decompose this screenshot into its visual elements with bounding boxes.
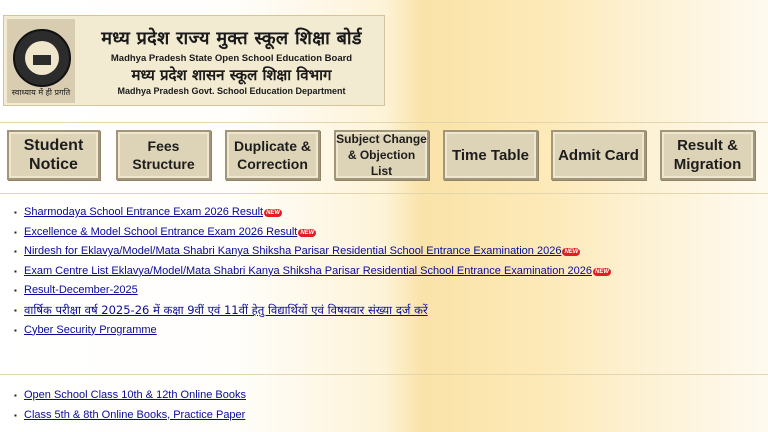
list-item: Cyber Security Programme	[14, 321, 611, 341]
list-item: Exam Centre List Eklavya/Model/Mata Shab…	[14, 262, 612, 282]
books-link[interactable]: Open School Class 10th & 12th Online Boo…	[24, 389, 246, 401]
news-link[interactable]: Exam Centre List Eklavya/Model/Mata Shab…	[24, 265, 592, 277]
new-badge-icon: NEW	[264, 209, 283, 217]
news-link[interactable]: Sharmodaya School Entrance Exam 2026 Res…	[24, 206, 263, 218]
news-link[interactable]: Result-December-2025	[24, 284, 138, 296]
list-item: Nirdesh for Eklavya/Model/Mata Shabri Ka…	[14, 242, 611, 262]
news-link[interactable]: वार्षिक परीक्षा वर्ष 2025-26 में कक्षा 9…	[24, 303, 428, 317]
board-title-english: Madhya Pradesh State Open School Educati…	[110, 53, 353, 64]
board-title-hindi: मध्य प्रदेश राज्य मुक्त स्कूल शिक्षा बोर…	[101, 28, 362, 49]
time-table-button[interactable]: Time Table	[443, 130, 538, 180]
fees-structure-button[interactable]: Fees Structure	[116, 130, 211, 180]
new-badge-icon: NEW	[562, 248, 581, 257]
student-notice-button[interactable]: Student Notice	[7, 130, 100, 180]
admit-card-button[interactable]: Admit Card	[551, 130, 646, 180]
list-item: Excellence & Model School Entrance Exam …	[14, 223, 611, 243]
new-badge-icon: NEW	[298, 228, 317, 237]
divider	[0, 374, 768, 375]
main-nav: Student Notice Fees Structure Duplicate & C…	[0, 126, 768, 188]
list-item: Class 5th & 8th Online Books, Practice P…	[14, 406, 246, 426]
list-item: Open School Class 10th & 12th Online Boo…	[14, 386, 246, 406]
board-logo: स्वाध्याय में ही प्रगति	[7, 19, 75, 103]
logo-motto: स्वाध्याय में ही प्रगति	[11, 88, 71, 97]
list-item: वार्षिक परीक्षा वर्ष 2025-26 में कक्षा 9…	[14, 301, 611, 321]
duplicate-correction-button[interactable]: Duplicate & Correction	[225, 130, 320, 180]
site-header: स्वाध्याय में ही प्रगति मध्य प्रदेश राज्…	[3, 15, 385, 106]
subject-change-objection-list-button[interactable]: Subject Change & Objection List	[334, 130, 429, 180]
department-title-hindi: मध्य प्रदेश शासन स्कूल शिक्षा विभाग	[131, 66, 332, 84]
result-migration-button[interactable]: Result & Migration	[660, 130, 755, 180]
new-badge-icon: NEW	[593, 267, 612, 276]
seal-icon	[13, 29, 71, 87]
department-title-english: Madhya Pradesh Govt. School Education De…	[117, 86, 346, 96]
divider	[0, 193, 768, 194]
news-list: Sharmodaya School Entrance Exam 2026 Res…	[14, 203, 612, 341]
list-item: Sharmodaya School Entrance Exam 2026 Res…	[14, 203, 611, 223]
news-link[interactable]: Excellence & Model School Entrance Exam …	[24, 226, 297, 238]
books-list: Open School Class 10th & 12th Online Boo…	[14, 386, 246, 425]
news-link[interactable]: Cyber Security Programme	[24, 324, 157, 336]
divider	[0, 122, 768, 123]
list-item: Result-December-2025	[14, 281, 611, 301]
news-link[interactable]: Nirdesh for Eklavya/Model/Mata Shabri Ka…	[24, 245, 561, 257]
books-link[interactable]: Class 5th & 8th Online Books, Practice P…	[24, 409, 245, 421]
